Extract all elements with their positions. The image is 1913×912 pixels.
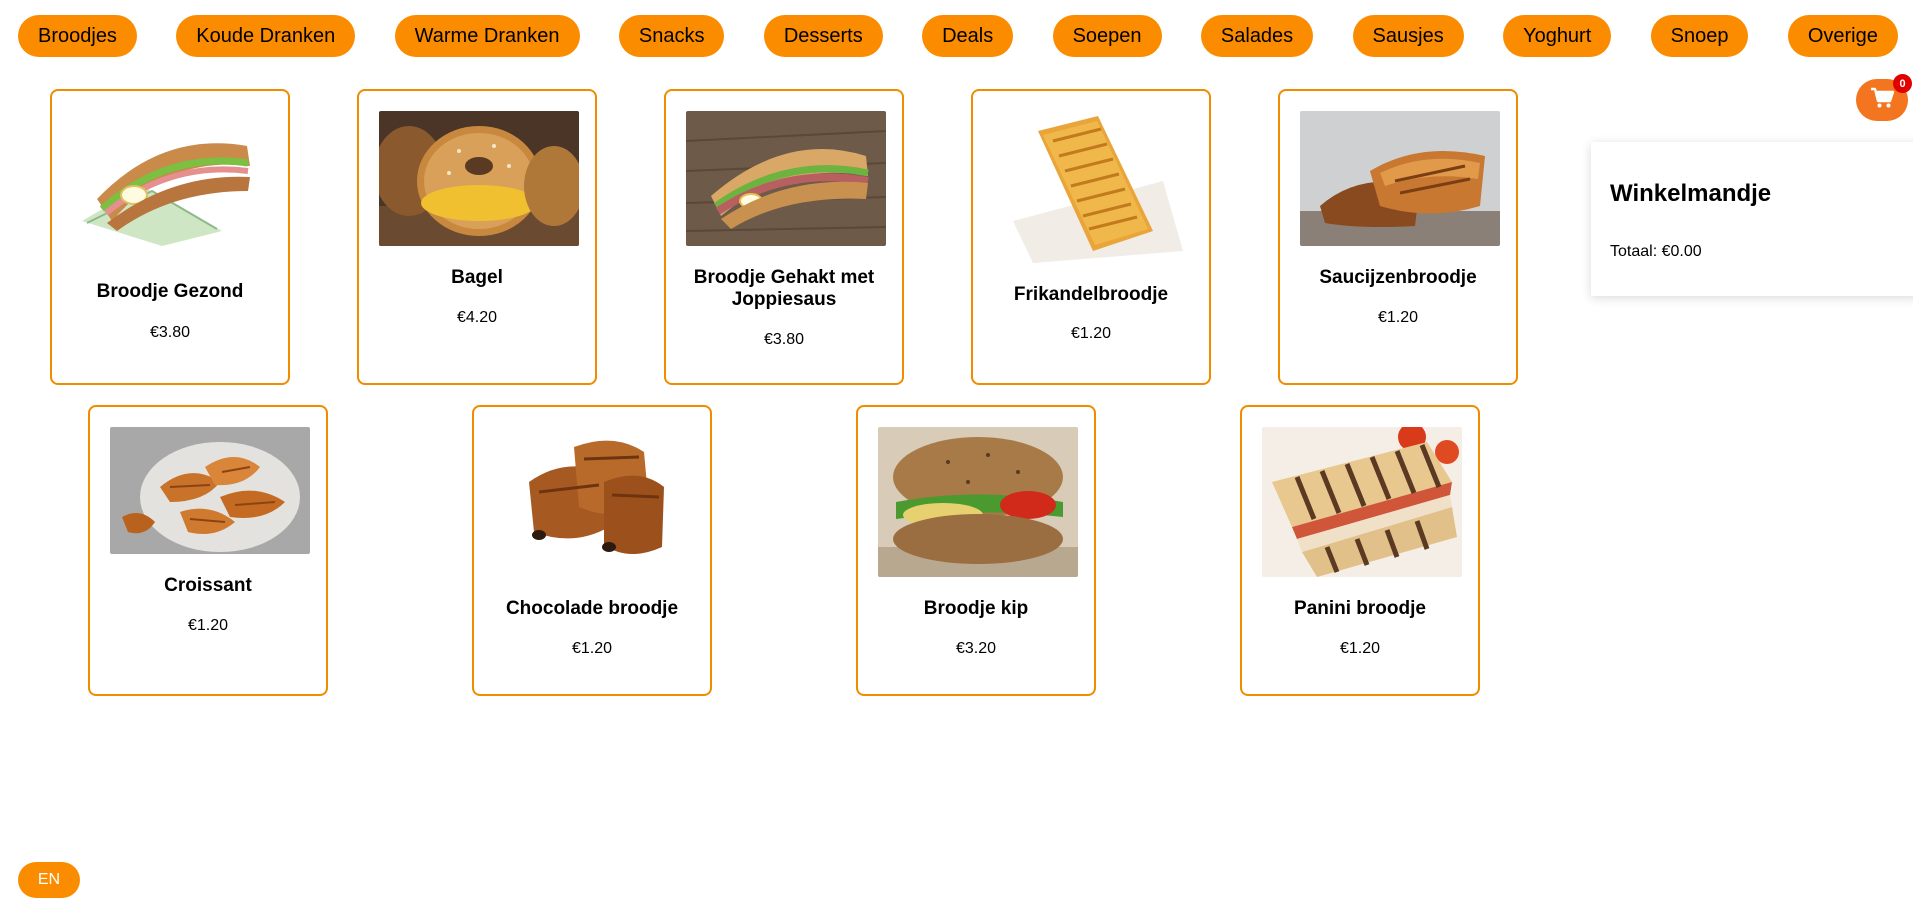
bagel-image <box>379 111 579 246</box>
product-card-broodje-kip[interactable]: Broodje kip €3.20 <box>856 405 1096 696</box>
language-button[interactable]: EN <box>18 862 80 898</box>
cart-title: Winkelmandje <box>1610 180 1772 207</box>
product-price: €1.20 <box>1339 640 1381 657</box>
product-price: €4.20 <box>456 309 498 326</box>
product-price: €1.20 <box>1070 325 1112 342</box>
category-button-snacks[interactable]: Snacks <box>618 15 725 57</box>
product-name: Bagel <box>451 267 503 288</box>
category-button-koude-dranken[interactable]: Koude Dranken <box>176 15 356 57</box>
croissant-image <box>110 427 310 554</box>
product-card-frikandelbroodje[interactable]: Frikandelbroodje €1.20 <box>971 89 1211 385</box>
product-name: Croissant <box>164 575 252 596</box>
product-name: Saucijzenbroodje <box>1319 267 1477 288</box>
cart-total: Totaal: €0.00 <box>1610 243 1702 260</box>
product-card-chocolade-broodje[interactable]: Chocolade broodje €1.20 <box>472 405 712 696</box>
product-card-broodje-gezond[interactable]: Broodje Gezond €3.80 <box>50 89 290 385</box>
product-name: Broodje kip <box>923 598 1029 619</box>
product-price: €3.80 <box>763 331 805 348</box>
baguette-image <box>686 111 886 246</box>
product-price: €1.20 <box>571 640 613 657</box>
product-card-broodje-gehakt[interactable]: Broodje Gehakt met Joppiesaus €3.80 <box>664 89 904 385</box>
category-button-warme-dranken[interactable]: Warme Dranken <box>394 15 580 57</box>
product-price: €3.80 <box>149 324 191 341</box>
category-button-overige[interactable]: Overige <box>1787 15 1898 57</box>
category-button-yoghurt[interactable]: Yoghurt <box>1503 15 1612 57</box>
product-card-saucijzenbroodje[interactable]: Saucijzenbroodje €1.20 <box>1278 89 1518 385</box>
product-price: €3.20 <box>955 640 997 657</box>
category-button-snoep[interactable]: Snoep <box>1650 15 1749 57</box>
sandwich-image <box>72 111 272 246</box>
sausage-roll-image <box>1300 111 1500 246</box>
product-name: Broodje Gezond <box>96 281 244 302</box>
product-name: Chocolade broodje <box>505 598 679 619</box>
shopping-cart-icon <box>1870 87 1895 114</box>
cart-count-badge: 0 <box>1893 74 1912 93</box>
panini-image <box>1262 427 1462 577</box>
product-card-bagel[interactable]: Bagel €4.20 <box>357 89 597 385</box>
pain-au-chocolat-image <box>494 427 694 577</box>
category-button-desserts[interactable]: Desserts <box>763 15 883 57</box>
product-name: Panini broodje <box>1294 598 1426 619</box>
product-card-croissant[interactable]: Croissant €1.20 <box>88 405 328 696</box>
category-button-soepen[interactable]: Soepen <box>1052 15 1162 57</box>
category-button-salades[interactable]: Salades <box>1200 15 1314 57</box>
category-bar: Broodjes Koude Dranken Warme Dranken Sna… <box>18 15 1898 57</box>
product-price: €1.20 <box>1377 309 1419 326</box>
category-button-deals[interactable]: Deals <box>922 15 1014 57</box>
product-card-panini-broodje[interactable]: Panini broodje €1.20 <box>1240 405 1480 696</box>
category-button-sausjes[interactable]: Sausjes <box>1352 15 1464 57</box>
category-button-broodjes[interactable]: Broodjes <box>18 15 137 57</box>
chicken-sandwich-image <box>878 427 1078 577</box>
pastry-image <box>993 111 1193 263</box>
product-price: €1.20 <box>187 617 229 634</box>
cart-panel: Winkelmandje Totaal: €0.00 <box>1591 142 1913 296</box>
product-name: Broodje Gehakt met Joppiesaus <box>693 267 875 310</box>
product-name: Frikandelbroodje <box>1013 284 1169 305</box>
